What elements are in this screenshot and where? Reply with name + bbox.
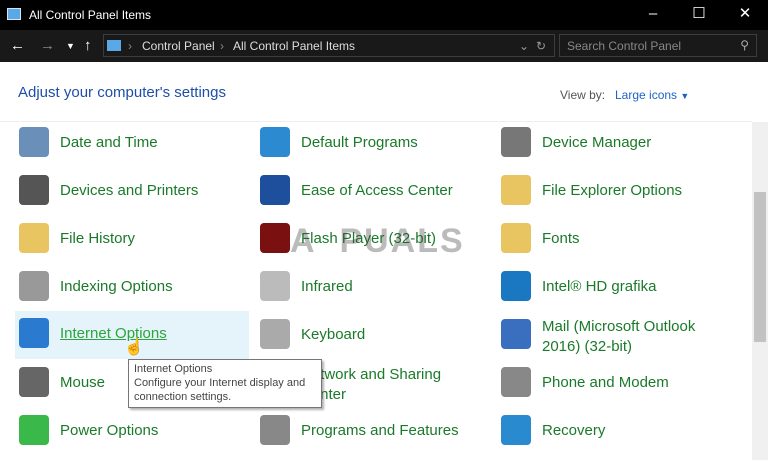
control-panel-item[interactable]: Infrared	[256, 264, 490, 310]
folder-options-icon	[501, 175, 531, 205]
refresh-icon[interactable]: ↻	[536, 39, 546, 53]
view-by-value: Large icons	[615, 88, 678, 102]
item-label: Phone and Modem	[542, 374, 669, 391]
item-label: Fonts	[542, 230, 580, 247]
back-button[interactable]: ←	[10, 37, 25, 54]
control-panel-item[interactable]: Keyboard	[256, 312, 490, 358]
tooltip-title: Internet Options	[134, 363, 213, 375]
item-label: File History	[60, 230, 136, 247]
title-bar: All Control Panel Items – ☐ ✕	[0, 0, 768, 30]
item-label: Programs and Features	[301, 422, 459, 439]
view-by-dropdown[interactable]: Large icons ▼	[615, 88, 689, 102]
default-programs-icon	[260, 127, 290, 157]
item-label: Power Options	[60, 422, 159, 439]
address-bar[interactable]: › Control Panel › All Control Panel Item…	[103, 34, 555, 57]
control-panel-icon	[107, 40, 121, 51]
item-label: Network and Sharing Center	[301, 366, 442, 403]
vertical-scrollbar[interactable]	[752, 122, 768, 460]
control-panel-item[interactable]: File Explorer Options	[497, 168, 731, 214]
navigation-bar: ← → ▼ ↑ › Control Panel › All Control Pa…	[0, 30, 768, 62]
control-panel-item[interactable]: Devices and Printers	[15, 168, 249, 214]
control-panel-icon	[7, 8, 21, 20]
item-label: Mail (Microsoft Outlook 2016) (32-bit)	[542, 318, 696, 355]
view-by-label: View by:	[560, 88, 606, 102]
item-label: Indexing Options	[60, 278, 173, 295]
item-label: Devices and Printers	[60, 182, 199, 199]
programs-features-icon	[260, 415, 290, 445]
item-label: Device Manager	[542, 134, 652, 151]
item-label: Infrared	[301, 278, 353, 295]
item-label: Ease of Access Center	[301, 182, 453, 199]
ease-of-access-icon	[260, 175, 290, 205]
tooltip: Internet Options Configure your Internet…	[128, 359, 322, 408]
battery-icon	[19, 415, 49, 445]
mouse-icon	[19, 367, 49, 397]
device-manager-icon	[501, 127, 531, 157]
clock-calendar-icon	[19, 127, 49, 157]
search-placeholder: Search Control Panel	[567, 39, 682, 53]
page-title: Adjust your computer's settings	[18, 84, 226, 101]
item-label: Recovery	[542, 422, 606, 439]
item-label: Intel® HD grafika	[542, 278, 657, 295]
phone-icon	[501, 367, 531, 397]
up-button[interactable]: ↑	[84, 37, 92, 54]
control-panel-item[interactable]: File History	[15, 216, 249, 262]
control-panel-item[interactable]: Date and Time	[15, 120, 249, 166]
breadcrumb-separator: ›	[220, 39, 224, 53]
watermark: A PUALS	[290, 222, 465, 260]
close-button[interactable]: ✕	[722, 0, 768, 30]
search-icon[interactable]: ⚲	[740, 38, 749, 52]
intel-graphics-icon	[501, 271, 531, 301]
control-panel-item[interactable]: Ease of Access Center	[256, 168, 490, 214]
window-title: All Control Panel Items	[29, 8, 152, 22]
control-panel-item[interactable]: Phone and Modem	[497, 360, 731, 406]
control-panel-item[interactable]: Default Programs	[256, 120, 490, 166]
tooltip-text: Configure your Internet display and conn…	[134, 377, 306, 403]
item-label: Date and Time	[60, 134, 158, 151]
chevron-down-icon: ▼	[680, 91, 690, 101]
minimize-button[interactable]: –	[630, 0, 676, 30]
search-input[interactable]: Search Control Panel ⚲	[559, 34, 757, 57]
keyboard-icon	[260, 319, 290, 349]
hand-cursor-icon: ☝	[124, 339, 144, 356]
forward-button[interactable]: →	[40, 37, 55, 54]
control-panel-item[interactable]: Power Options	[15, 408, 249, 454]
infrared-icon	[260, 271, 290, 301]
recovery-icon	[501, 415, 531, 445]
control-panel-item[interactable]: Intel® HD grafika	[497, 264, 731, 310]
flash-icon	[260, 223, 290, 253]
item-label: Keyboard	[301, 326, 366, 343]
control-panel-item[interactable]: Mail (Microsoft Outlook 2016) (32-bit)	[497, 312, 731, 358]
mail-icon	[501, 319, 531, 349]
item-label: Internet Options	[60, 325, 167, 342]
maximize-button[interactable]: ☐	[676, 0, 722, 30]
fonts-icon	[501, 223, 531, 253]
breadcrumb-all-items[interactable]: All Control Panel Items	[233, 39, 355, 53]
scrollbar-thumb[interactable]	[754, 192, 766, 342]
control-panel-item[interactable]: Recovery	[497, 408, 731, 454]
item-label: Default Programs	[301, 134, 418, 151]
control-panel-item[interactable]: Indexing Options	[15, 264, 249, 310]
item-label: File Explorer Options	[542, 182, 683, 199]
control-panel-item[interactable]: Programs and Features	[256, 408, 490, 454]
printer-icon	[19, 175, 49, 205]
address-dropdown-icon[interactable]: ⌄	[519, 39, 529, 53]
breadcrumb-control-panel[interactable]: Control Panel	[142, 39, 215, 53]
file-history-icon	[19, 223, 49, 253]
control-panel-item[interactable]: Fonts	[497, 216, 731, 262]
control-panel-item[interactable]: Device Manager	[497, 120, 731, 166]
breadcrumb-separator: ›	[128, 39, 132, 53]
globe-icon	[19, 318, 49, 348]
item-label: Mouse	[60, 374, 106, 391]
indexing-icon	[19, 271, 49, 301]
recent-locations-button[interactable]: ▼	[66, 41, 75, 51]
